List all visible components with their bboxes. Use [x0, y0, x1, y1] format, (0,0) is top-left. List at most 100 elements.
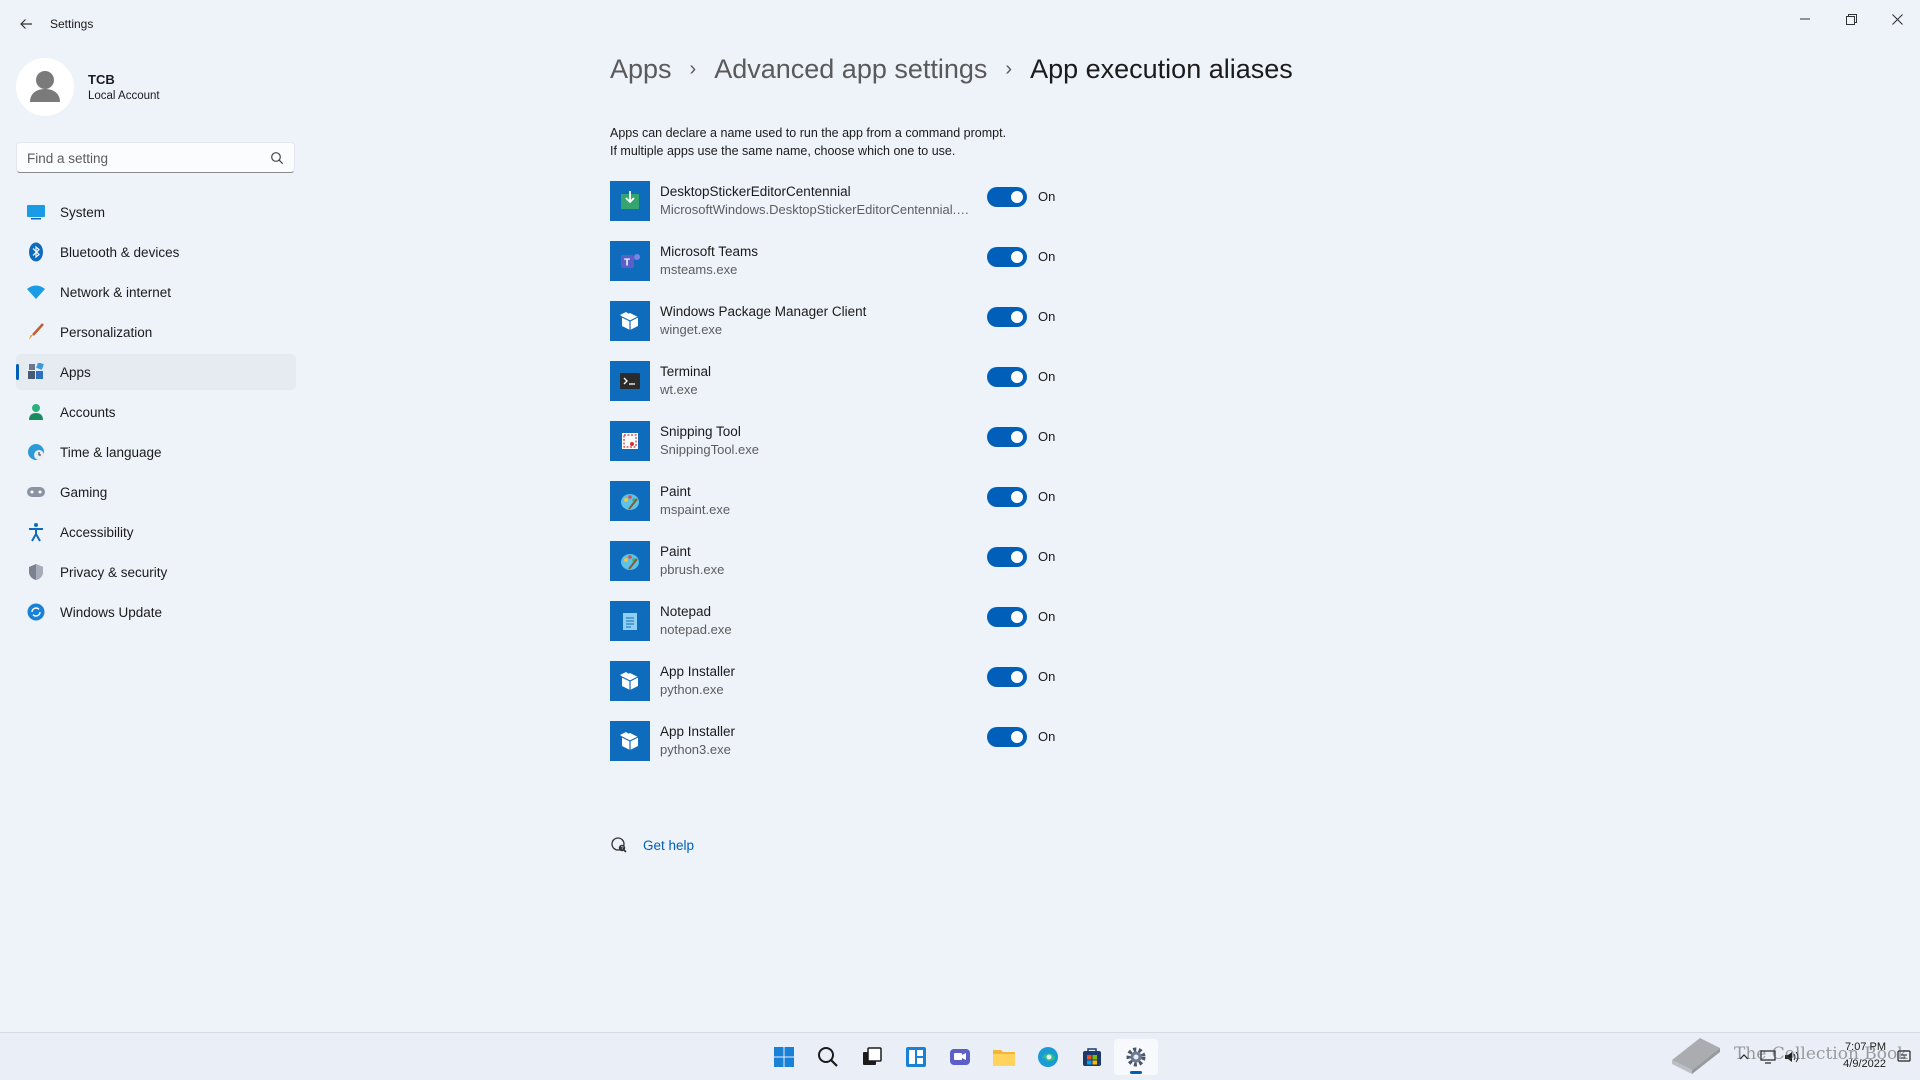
app-exe: winget.exe: [660, 322, 723, 337]
edge-icon[interactable]: [1026, 1039, 1070, 1075]
system-icon: [26, 202, 46, 222]
minimize-icon: [1800, 18, 1810, 20]
breadcrumb: Apps › Advanced app settings › App execu…: [610, 54, 1293, 85]
clock-time[interactable]: 7:07 PM: [1834, 1041, 1886, 1053]
sidebar-item-apps[interactable]: Apps: [16, 354, 296, 390]
alias-toggle[interactable]: [987, 547, 1027, 567]
sidebar-item-windows-update[interactable]: Windows Update: [16, 594, 296, 630]
alias-toggle[interactable]: [987, 487, 1027, 507]
search-icon[interactable]: [270, 151, 284, 165]
close-icon: [1891, 13, 1903, 25]
back-button[interactable]: [14, 12, 38, 36]
list-item: App Installer python3.exe On: [610, 721, 1070, 781]
breadcrumb-apps[interactable]: Apps: [610, 54, 672, 85]
alias-toggle[interactable]: [987, 667, 1027, 687]
volume-icon[interactable]: [1784, 1049, 1800, 1065]
app-name: DesktopStickerEditorCentennial: [660, 184, 851, 199]
settings-icon[interactable]: [1114, 1039, 1158, 1075]
list-item: Snipping Tool SnippingTool.exe On: [610, 421, 1070, 481]
search-input[interactable]: [27, 149, 257, 167]
sidebar-item-label: Apps: [60, 364, 91, 380]
alias-toggle[interactable]: [987, 607, 1027, 627]
sidebar-item-system[interactable]: System: [16, 194, 296, 230]
chevron-up-icon[interactable]: [1736, 1049, 1752, 1065]
alias-toggle[interactable]: [987, 307, 1027, 327]
clock-date[interactable]: 4/9/2022: [1828, 1058, 1886, 1070]
alias-toggle[interactable]: [987, 427, 1027, 447]
sidebar-item-label: Personalization: [60, 324, 153, 340]
notification-icon[interactable]: [1896, 1049, 1912, 1065]
widgets-icon[interactable]: [894, 1039, 938, 1075]
get-help-link[interactable]: Get help: [643, 838, 694, 853]
sidebar-item-label: Time & language: [60, 444, 162, 460]
paint-icon: [610, 481, 650, 521]
task-view-icon[interactable]: [850, 1039, 894, 1075]
sidebar-item-label: Gaming: [60, 484, 108, 500]
close-button[interactable]: [1874, 4, 1920, 34]
toggle-knob: [1011, 371, 1023, 383]
toggle-knob: [1011, 491, 1023, 503]
toggle-knob: [1011, 731, 1023, 743]
wifi-icon: [26, 282, 46, 302]
sidebar-item-label: Accounts: [60, 404, 116, 420]
toggle-state: On: [1038, 429, 1056, 444]
taskbar: 7:07 PM 4/9/2022: [0, 1032, 1920, 1080]
sticker-editor-icon: [610, 181, 650, 221]
app-exe: notepad.exe: [660, 622, 732, 637]
sidebar-item-accessibility[interactable]: Accessibility: [16, 514, 296, 550]
store-icon[interactable]: [1070, 1039, 1114, 1075]
network-icon[interactable]: [1760, 1049, 1776, 1065]
list-item: Notepad notepad.exe On: [610, 601, 1070, 661]
sidebar-item-time-language[interactable]: Time & language: [16, 434, 296, 470]
sidebar-item-network[interactable]: Network & internet: [16, 274, 296, 310]
sidebar-item-bluetooth[interactable]: Bluetooth & devices: [16, 234, 296, 270]
alias-list: DesktopStickerEditorCentennial Microsoft…: [610, 181, 1070, 781]
user-profile[interactable]: TCB Local Account: [16, 58, 296, 116]
toggle-state: On: [1038, 249, 1056, 264]
toggle-knob: [1011, 611, 1023, 623]
svg-text:?: ?: [621, 846, 624, 852]
app-exe: pbrush.exe: [660, 562, 725, 577]
person-icon: [26, 402, 46, 422]
app-exe: mspaint.exe: [660, 502, 731, 517]
start-icon[interactable]: [762, 1039, 806, 1075]
toggle-state: On: [1038, 309, 1056, 324]
chevron-right-icon: ›: [1005, 58, 1013, 80]
app-name: Snipping Tool: [660, 424, 741, 439]
app-exe: msteams.exe: [660, 262, 738, 277]
sidebar-item-privacy[interactable]: Privacy & security: [16, 554, 296, 590]
breadcrumb-advanced-app-settings[interactable]: Advanced app settings: [714, 54, 987, 85]
toggle-state: On: [1038, 189, 1056, 204]
list-item: App Installer python.exe On: [610, 661, 1070, 721]
package-icon: [610, 721, 650, 761]
description-line: Apps can declare a name used to run the …: [610, 126, 1007, 140]
help-chat-icon: ?: [611, 837, 627, 853]
app-name: Notepad: [660, 604, 712, 619]
globe-clock-icon: [26, 442, 46, 462]
toggle-state: On: [1038, 609, 1056, 624]
bluetooth-icon: [26, 242, 46, 262]
sidebar-item-personalization[interactable]: Personalization: [16, 314, 296, 350]
chat-icon[interactable]: [938, 1039, 982, 1075]
toggle-knob: [1011, 251, 1023, 263]
sidebar-item-accounts[interactable]: Accounts: [16, 394, 296, 430]
alias-toggle[interactable]: [987, 187, 1027, 207]
app-exe: python.exe: [660, 682, 724, 697]
get-help[interactable]: ? Get help: [610, 836, 694, 854]
maximize-button[interactable]: [1828, 4, 1874, 34]
file-explorer-icon[interactable]: [982, 1039, 1026, 1075]
alias-toggle[interactable]: [987, 727, 1027, 747]
search-icon[interactable]: [806, 1039, 850, 1075]
app-name: App Installer: [660, 664, 736, 679]
toggle-state: On: [1038, 549, 1056, 564]
sidebar-item-label: Accessibility: [60, 524, 134, 540]
sidebar-nav: System Bluetooth & devices Network & int…: [16, 194, 296, 634]
minimize-button[interactable]: [1782, 4, 1828, 34]
alias-toggle[interactable]: [987, 247, 1027, 267]
user-silhouette-icon: [30, 71, 60, 102]
window-title: Settings: [50, 17, 94, 31]
sidebar-item-gaming[interactable]: Gaming: [16, 474, 296, 510]
toggle-knob: [1011, 311, 1023, 323]
toggle-state: On: [1038, 729, 1056, 744]
alias-toggle[interactable]: [987, 367, 1027, 387]
